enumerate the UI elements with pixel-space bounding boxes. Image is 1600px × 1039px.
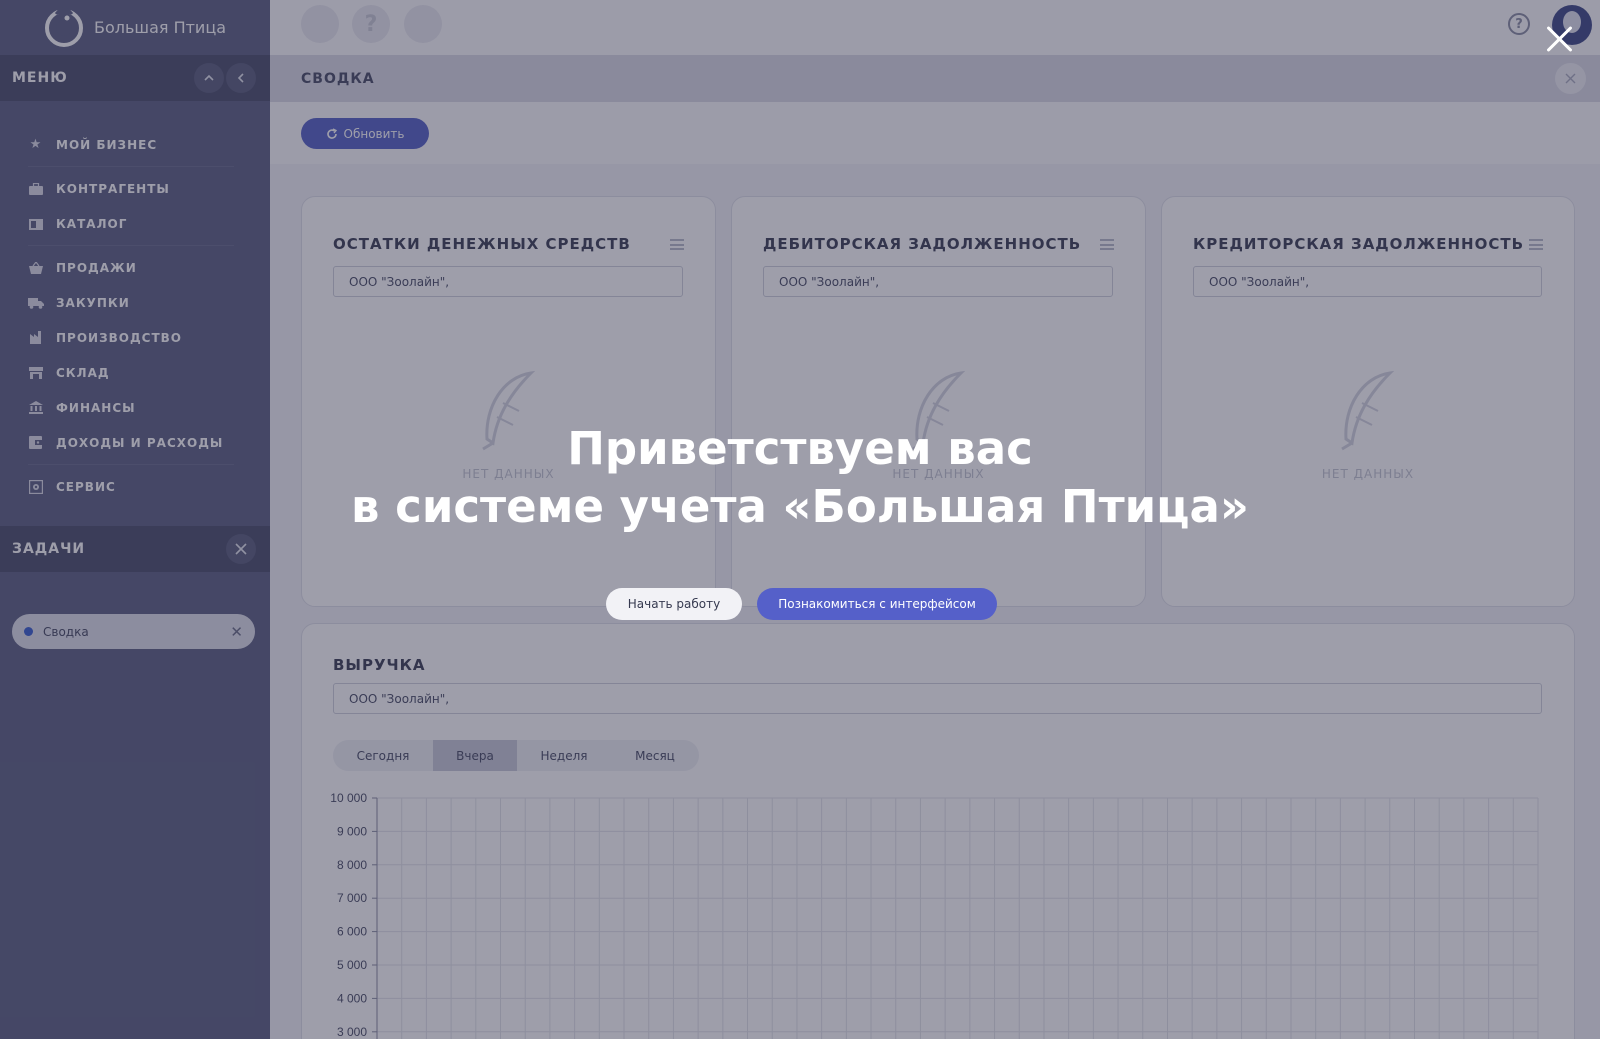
welcome-overlay: Приветствуем вас в системе учета «Больша… (0, 0, 1600, 1039)
start-work-button[interactable]: Начать работу (606, 588, 742, 620)
welcome-heading: Приветствуем вас в системе учета «Больша… (300, 420, 1300, 536)
welcome-line-1: Приветствуем вас (567, 422, 1033, 475)
close-overlay-icon[interactable] (1543, 22, 1575, 54)
welcome-line-2: в системе учета «Большая Птица» (351, 480, 1249, 533)
interface-tour-button[interactable]: Познакомиться с интерфейсом (757, 588, 997, 620)
